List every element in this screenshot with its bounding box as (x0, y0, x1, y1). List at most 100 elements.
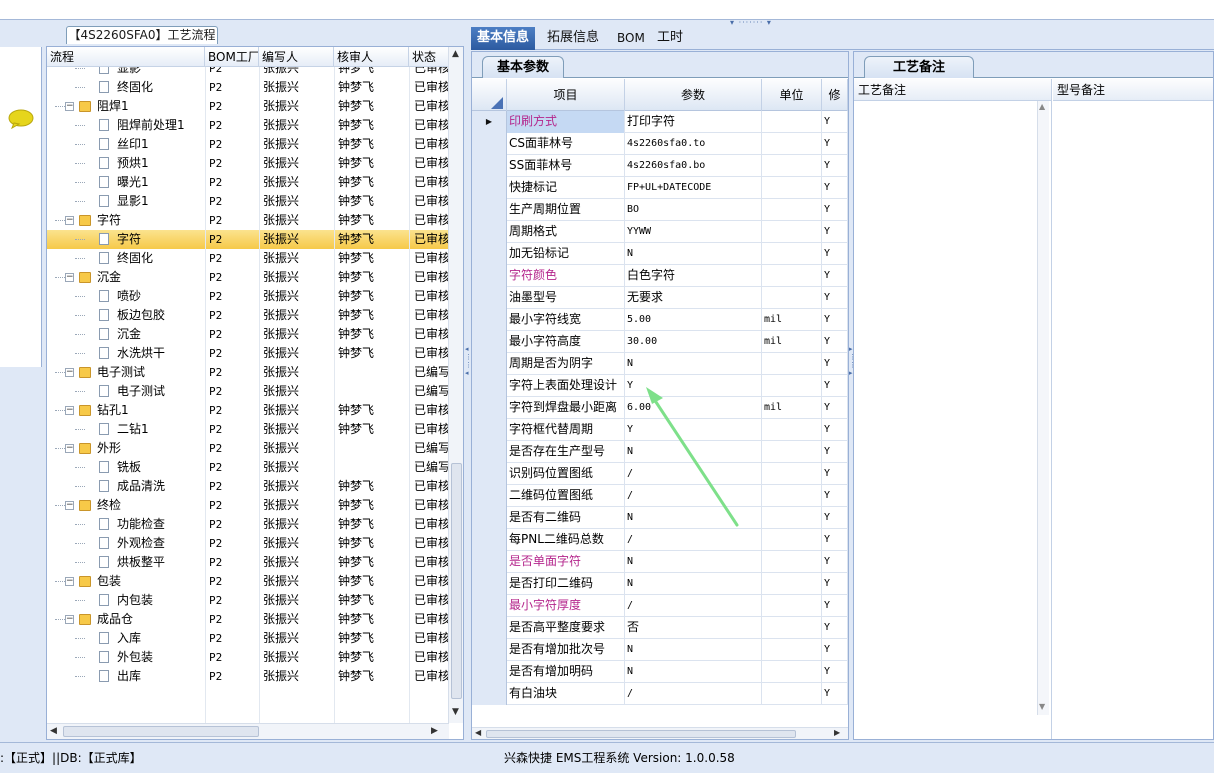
col-unit[interactable]: 单位 (762, 79, 822, 111)
tree-row[interactable]: 板边包胶 P2 张振兴 钟梦飞 已审核 (47, 306, 449, 325)
scroll-thumb[interactable] (451, 463, 462, 699)
param-value-cell[interactable]: 无要求 (625, 287, 762, 309)
param-value-cell[interactable]: 5.00 (625, 309, 762, 331)
tree-node-label[interactable]: 字符 (97, 211, 121, 230)
scroll-left-arrow-icon[interactable]: ◀ (475, 728, 481, 737)
param-row[interactable]: ▶ 印刷方式 打印字符 Y (472, 111, 848, 133)
scroll-down-arrow-icon[interactable]: ▼ (1039, 702, 1045, 711)
param-row[interactable]: 是否单面字符 N Y (472, 551, 848, 573)
col-auditor[interactable]: 核审人 (334, 47, 409, 67)
row-header[interactable] (472, 683, 507, 705)
tree-row[interactable]: 二钻1 P2 张振兴 钟梦飞 已审核 (47, 420, 449, 439)
param-row[interactable]: 是否高平整度要求否 Y (472, 617, 848, 639)
expand-minus-icon[interactable]: − (65, 501, 74, 510)
row-header[interactable] (472, 177, 507, 199)
param-value-cell[interactable]: N (625, 243, 762, 265)
col-writer[interactable]: 编写人 (259, 47, 334, 67)
process-tree-vscrollbar[interactable]: ▲ ▼ (448, 47, 463, 723)
tree-row[interactable]: 阻焊前处理1 P2 张振兴 钟梦飞 已审核 (47, 116, 449, 135)
tree-node-label[interactable]: 显影 (117, 67, 141, 78)
tab-extended-info[interactable]: 拓展信息 (541, 27, 605, 50)
col-item[interactable]: 项目 (507, 79, 625, 111)
param-value-cell[interactable]: / (625, 595, 762, 617)
row-header[interactable] (472, 595, 507, 617)
hscroll-thumb[interactable] (486, 730, 796, 738)
tree-node-label[interactable]: 包装 (97, 572, 121, 591)
param-value-cell[interactable]: / (625, 485, 762, 507)
param-value-cell[interactable]: / (625, 683, 762, 705)
param-flag-cell[interactable]: Y (822, 353, 848, 375)
tree-row[interactable]: 电子测试 P2 张振兴 已编写 (47, 382, 449, 401)
param-row[interactable]: 字符到焊盘最小距离 6.00 mil Y (472, 397, 848, 419)
param-flag-cell[interactable]: Y (822, 155, 848, 177)
col-process[interactable]: 流程 (47, 47, 205, 67)
col-bom-factory[interactable]: BOM工厂 (205, 47, 259, 67)
param-row[interactable]: 油墨型号 无要求 Y (472, 287, 848, 309)
param-flag-cell[interactable]: Y (822, 507, 848, 529)
tree-row[interactable]: 铣板 P2 张振兴 已编写 (47, 458, 449, 477)
tree-node-label[interactable]: 曝光1 (117, 173, 149, 192)
tree-node-label[interactable]: 钻孔1 (97, 401, 129, 420)
row-header[interactable] (472, 617, 507, 639)
tree-node-label[interactable]: 电子测试 (97, 363, 145, 382)
tree-row[interactable]: 预烘1 P2 张振兴 钟梦飞 已审核 (47, 154, 449, 173)
param-row[interactable]: 是否存在生产型号 N Y (472, 441, 848, 463)
param-flag-cell[interactable]: Y (822, 573, 848, 595)
param-flag-cell[interactable]: Y (822, 287, 848, 309)
tree-node-label[interactable]: 预烘1 (117, 154, 149, 173)
tree-node-label[interactable]: 板边包胶 (117, 306, 165, 325)
row-header[interactable] (472, 331, 507, 353)
param-flag-cell[interactable]: Y (822, 133, 848, 155)
row-header[interactable] (472, 133, 507, 155)
param-value-cell[interactable]: 4s2260sfa0.to (625, 133, 762, 155)
row-header[interactable] (472, 221, 507, 243)
tab-basic-info[interactable]: 基本信息 (471, 27, 536, 50)
param-value-cell[interactable]: N (625, 551, 762, 573)
tree-node-label[interactable]: 电子测试 (117, 382, 165, 401)
process-tree-hscrollbar[interactable]: ◀ ▶ (47, 723, 449, 739)
row-header[interactable] (472, 199, 507, 221)
tree-row[interactable]: 喷砂 P2 张振兴 钟梦飞 已审核 (47, 287, 449, 306)
tree-row[interactable]: 出库 P2 张振兴 钟梦飞 已审核 (47, 667, 449, 686)
tree-row[interactable]: 终固化 P2 张振兴 钟梦飞 已审核 (47, 249, 449, 268)
scroll-down-arrow-icon[interactable]: ▼ (452, 707, 459, 717)
param-row[interactable]: 周期格式 YYWW Y (472, 221, 848, 243)
tree-row[interactable]: 入库 P2 张振兴 钟梦飞 已审核 (47, 629, 449, 648)
scroll-up-arrow-icon[interactable]: ▲ (452, 49, 459, 59)
tree-row[interactable]: − 阻焊1 P2 张振兴 钟梦飞 已审核 (47, 97, 449, 116)
tree-row[interactable]: 外包装 P2 张振兴 钟梦飞 已审核 (47, 648, 449, 667)
expand-minus-icon[interactable]: − (65, 406, 74, 415)
param-value-cell[interactable]: N (625, 573, 762, 595)
tree-node-label[interactable]: 二钻1 (117, 420, 149, 439)
col-param[interactable]: 参数 (625, 79, 762, 111)
param-flag-cell[interactable]: Y (822, 529, 848, 551)
tree-row[interactable]: 丝印1 P2 张振兴 钟梦飞 已审核 (47, 135, 449, 154)
scroll-right-arrow-icon[interactable]: ▶ (834, 728, 840, 737)
param-value-cell[interactable]: 30.00 (625, 331, 762, 353)
param-row[interactable]: 加无铅标记 N Y (472, 243, 848, 265)
row-header[interactable] (472, 507, 507, 529)
param-flag-cell[interactable]: Y (822, 375, 848, 397)
param-row[interactable]: 周期是否为阴字 N Y (472, 353, 848, 375)
row-header[interactable] (472, 353, 507, 375)
tree-node-label[interactable]: 外形 (97, 439, 121, 458)
expand-minus-icon[interactable]: − (65, 444, 74, 453)
param-value-cell[interactable]: N (625, 661, 762, 683)
param-value-cell[interactable]: 打印字符 (625, 111, 762, 133)
tree-node-label[interactable]: 显影1 (117, 192, 149, 211)
tree-row[interactable]: 内包装 P2 张振兴 钟梦飞 已审核 (47, 591, 449, 610)
param-row[interactable]: 最小字符线宽 5.00 mil Y (472, 309, 848, 331)
param-value-cell[interactable]: 4s2260sfa0.bo (625, 155, 762, 177)
param-value-cell[interactable]: N (625, 639, 762, 661)
param-flag-cell[interactable]: Y (822, 617, 848, 639)
row-header[interactable] (472, 551, 507, 573)
params-grid-hscrollbar[interactable]: ◀ ▶ (472, 727, 848, 739)
param-value-cell[interactable]: FP+UL+DATECODE (625, 177, 762, 199)
row-pointer-icon[interactable]: ▶ (472, 111, 507, 133)
tree-row[interactable]: 烘板整平 P2 张振兴 钟梦飞 已审核 (47, 553, 449, 572)
col-status[interactable]: 状态 (409, 47, 449, 67)
expand-minus-icon[interactable]: − (65, 216, 74, 225)
param-flag-cell[interactable]: Y (822, 265, 848, 287)
tree-node-label[interactable]: 外包装 (117, 648, 153, 667)
tree-node-label[interactable]: 终检 (97, 496, 121, 515)
